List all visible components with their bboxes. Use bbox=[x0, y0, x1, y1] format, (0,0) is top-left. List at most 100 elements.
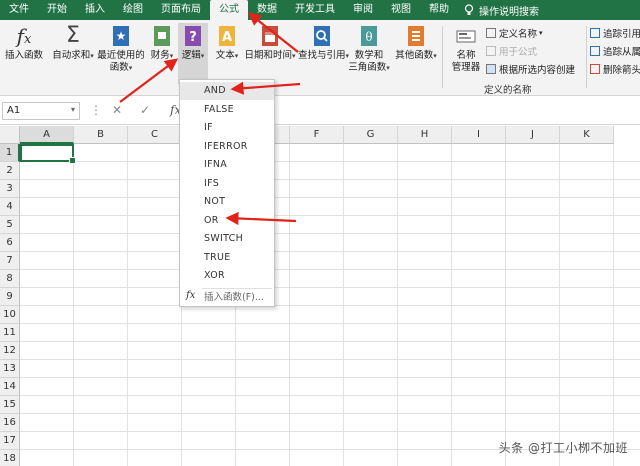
financial-button[interactable]: 财务▾ bbox=[148, 24, 176, 62]
define-name-button[interactable]: 定义名称 ▾ bbox=[486, 26, 543, 40]
function-item-xor[interactable]: XOR bbox=[180, 267, 274, 285]
function-item-and[interactable]: AND bbox=[180, 82, 274, 100]
column-header[interactable]: J bbox=[506, 126, 560, 144]
svg-text:★: ★ bbox=[116, 29, 127, 43]
create-from-selection-button[interactable]: 根据所选内容创建 bbox=[486, 62, 575, 76]
insert-function-button[interactable]: fx 插入函数 bbox=[2, 24, 46, 62]
row-header[interactable]: 7 bbox=[0, 252, 20, 270]
select-all-corner[interactable] bbox=[0, 126, 20, 144]
trace-dependents-button[interactable]: 追踪从属 bbox=[590, 44, 640, 58]
row-gridline bbox=[20, 323, 640, 324]
menu-tab[interactable]: 插入 bbox=[76, 0, 114, 20]
trace-precedents-label: 追踪引用 bbox=[603, 29, 640, 40]
row-gridline bbox=[20, 197, 640, 198]
text-button[interactable]: A 文本▾ bbox=[212, 24, 242, 62]
menu-tab[interactable]: 公式 bbox=[210, 0, 248, 20]
menu-tab[interactable]: 开发工具 bbox=[286, 0, 344, 20]
datetime-button[interactable]: 日期和时间▾ bbox=[244, 24, 296, 62]
remove-arrows-label: 删除箭头 bbox=[603, 65, 640, 76]
row-gridline bbox=[20, 269, 640, 270]
watermark: 头条 @打工小栁不加班 bbox=[498, 441, 628, 455]
defined-names-group-label: 定义的名称 bbox=[484, 85, 532, 96]
row-header[interactable]: 8 bbox=[0, 270, 20, 288]
tell-me-search[interactable]: 操作说明搜索 bbox=[464, 3, 539, 18]
column-header[interactable]: F bbox=[290, 126, 344, 144]
row-header[interactable]: 5 bbox=[0, 216, 20, 234]
function-item-not[interactable]: NOT bbox=[180, 193, 274, 211]
logical-button[interactable]: ? 逻辑▾ bbox=[178, 23, 208, 85]
row-header[interactable]: 17 bbox=[0, 432, 20, 450]
row-header[interactable]: 18 bbox=[0, 450, 20, 466]
math-trig-button[interactable]: θ 数学和 三角函数▾ bbox=[346, 24, 392, 74]
function-item-or[interactable]: OR bbox=[180, 212, 274, 230]
function-item-false[interactable]: FALSE bbox=[180, 101, 274, 119]
function-item-switch[interactable]: SWITCH bbox=[180, 230, 274, 248]
row-header[interactable]: 1 bbox=[0, 144, 20, 162]
row-header[interactable]: 13 bbox=[0, 360, 20, 378]
enter-icon[interactable]: ✓ bbox=[140, 103, 150, 117]
row-header[interactable]: 12 bbox=[0, 342, 20, 360]
spreadsheet-grid[interactable]: ABCDEFGHIJK123456789101112131415161718 bbox=[0, 126, 640, 466]
logical-label: 逻辑 bbox=[181, 50, 201, 61]
column-header[interactable]: B bbox=[74, 126, 128, 144]
recently-used-button[interactable]: ★ 最近使用的 函数▾ bbox=[96, 24, 146, 74]
name-box[interactable]: A1 ▾ bbox=[2, 102, 80, 120]
excel-window: 文件 开始 插入 绘图 页面布局 公式 数据 开发工具 审阅 视图 帮助 操作说明搜索 fx 插入函数… bbox=[0, 0, 640, 466]
row-gridline bbox=[20, 395, 640, 396]
row-header[interactable]: 9 bbox=[0, 288, 20, 306]
row-header[interactable]: 11 bbox=[0, 324, 20, 342]
column-header[interactable]: G bbox=[344, 126, 398, 144]
row-gridline bbox=[20, 431, 640, 432]
insert-function-menu-item[interactable]: 插入函数(F)... bbox=[204, 289, 264, 303]
menu-tab[interactable]: 视图 bbox=[382, 0, 420, 20]
lookup-button[interactable]: 查找与引用▾ bbox=[298, 24, 349, 62]
column-header[interactable]: I bbox=[452, 126, 506, 144]
autosum-button[interactable]: Σ 自动求和▾ bbox=[50, 24, 96, 62]
column-header[interactable]: C bbox=[128, 126, 182, 144]
menu-tab[interactable]: 帮助 bbox=[420, 0, 458, 20]
column-header[interactable]: H bbox=[398, 126, 452, 144]
trace-precedents-button[interactable]: 追踪引用 bbox=[590, 26, 640, 40]
name-manager-label-2: 管理器 bbox=[451, 62, 481, 73]
cancel-icon[interactable]: ✕ bbox=[112, 103, 122, 117]
name-box-value: A1 bbox=[7, 105, 21, 116]
function-item-true[interactable]: TRUE bbox=[180, 249, 274, 267]
more-functions-label: 其他函数 bbox=[395, 50, 434, 61]
name-manager-button[interactable]: 名称 管理器 bbox=[446, 24, 486, 74]
name-tag-icon bbox=[455, 24, 477, 48]
ribbon-separator bbox=[442, 26, 443, 88]
row-header[interactable]: 14 bbox=[0, 378, 20, 396]
remove-arrows-button[interactable]: 删除箭头 bbox=[590, 62, 640, 76]
function-item-if[interactable]: IF bbox=[180, 119, 274, 137]
column-header[interactable]: A bbox=[20, 126, 74, 144]
row-header[interactable]: 16 bbox=[0, 414, 20, 432]
text-book-icon: A bbox=[216, 24, 238, 48]
active-cell-a1[interactable] bbox=[20, 144, 76, 164]
row-header[interactable]: 10 bbox=[0, 306, 20, 324]
menu-tab[interactable]: 审阅 bbox=[344, 0, 382, 20]
svg-text:?: ? bbox=[189, 30, 197, 45]
function-item-ifna[interactable]: IFNA bbox=[180, 156, 274, 174]
function-item-ifs[interactable]: IFS bbox=[180, 175, 274, 193]
use-in-formula-button[interactable]: 用于公式 bbox=[486, 44, 537, 58]
menu-tab[interactable]: 数据 bbox=[248, 0, 286, 20]
more-options-icon[interactable]: ⋮ bbox=[90, 103, 102, 117]
name-box-dropdown-icon[interactable]: ▾ bbox=[71, 105, 75, 114]
more-functions-button[interactable]: 其他函数▾ bbox=[394, 24, 438, 62]
menu-tab[interactable]: 页面布局 bbox=[152, 0, 210, 20]
function-item-iferror[interactable]: IFERROR bbox=[180, 138, 274, 156]
menu-tab[interactable]: 绘图 bbox=[114, 0, 152, 20]
row-header[interactable]: 15 bbox=[0, 396, 20, 414]
row-header[interactable]: 3 bbox=[0, 180, 20, 198]
row-header[interactable]: 2 bbox=[0, 162, 20, 180]
create-from-selection-label: 根据所选内容创建 bbox=[499, 65, 576, 76]
row-gridline bbox=[20, 287, 640, 288]
row-header[interactable]: 6 bbox=[0, 234, 20, 252]
menu-tab[interactable]: 文件 bbox=[0, 0, 38, 20]
menu-tab[interactable]: 开始 bbox=[38, 0, 76, 20]
trace-dependents-icon bbox=[590, 46, 600, 56]
formula-small-icon bbox=[486, 46, 496, 56]
math-trig-label-2: 三角函数 bbox=[348, 62, 387, 73]
row-header[interactable]: 4 bbox=[0, 198, 20, 216]
column-header[interactable]: K bbox=[560, 126, 614, 144]
